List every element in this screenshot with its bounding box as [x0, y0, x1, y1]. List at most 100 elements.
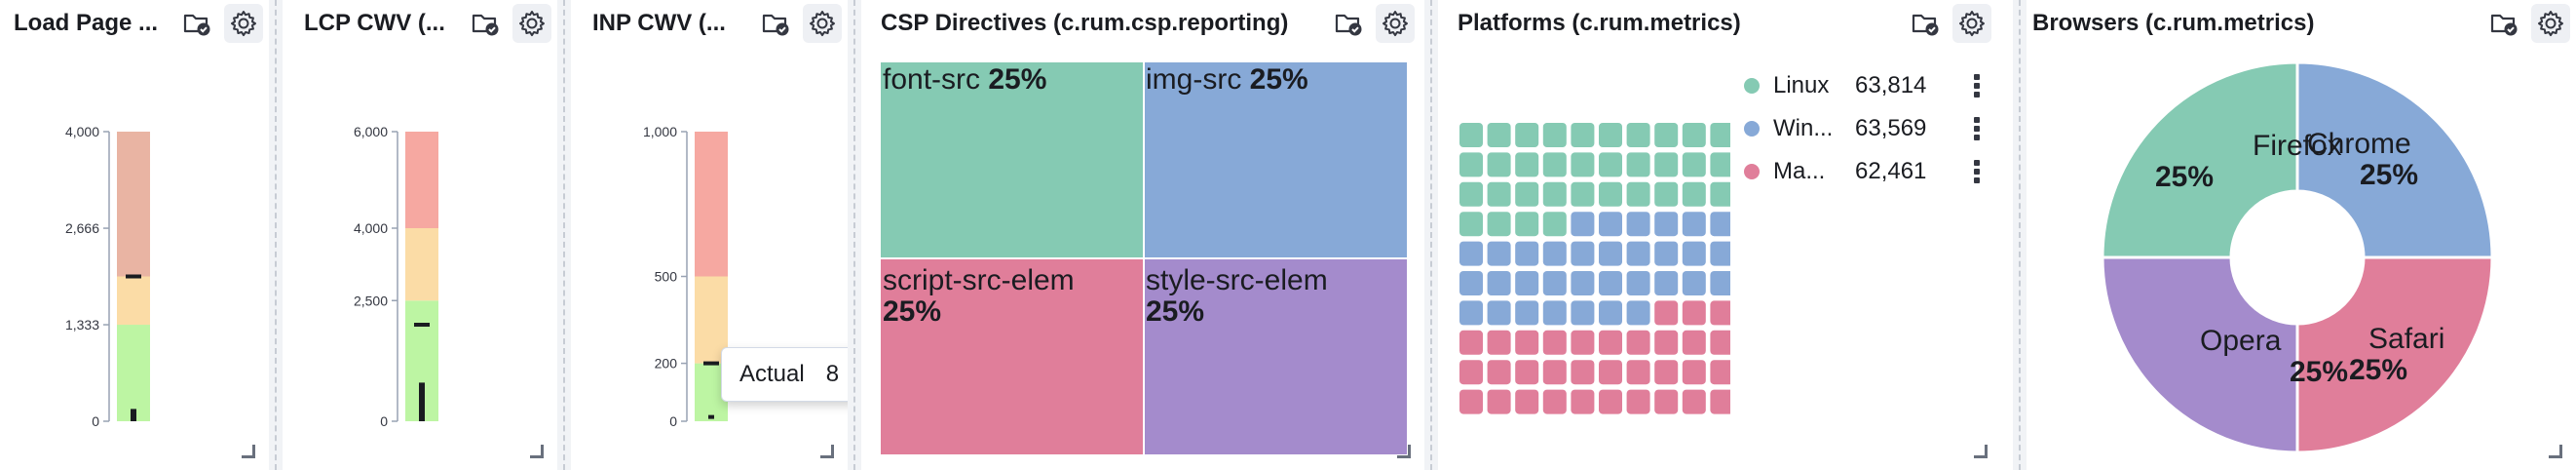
waffle-cell: [1682, 330, 1706, 355]
waffle-cell: [1654, 389, 1679, 414]
waffle-cell: [1626, 330, 1650, 355]
panel-platforms: Platforms (c.rum.metrics): [1438, 0, 2013, 470]
folder-check-icon[interactable]: [1906, 4, 1945, 43]
slice-name: Firefox: [2253, 130, 2342, 162]
waffle-cell: [1515, 181, 1539, 207]
waffle-cell: [1487, 123, 1511, 147]
waffle-cell: [1710, 300, 1730, 326]
waffle-cell: [1515, 123, 1539, 147]
waffle-cell: [1710, 152, 1730, 177]
tile-value: 25%: [883, 295, 942, 328]
waffle-cell: [1654, 212, 1679, 237]
waffle-cell: [1710, 241, 1730, 266]
gauge-goal-marker: [126, 274, 141, 279]
waffle-cell: [1487, 271, 1511, 295]
resize-handle-icon[interactable]: [820, 445, 834, 458]
tile-value: 25%: [1146, 295, 1205, 328]
panel-browsers: Browsers (c.rum.metrics) Chrome 25% Safa…: [2027, 0, 2576, 470]
waffle-cell: [1487, 360, 1511, 385]
waffle-cell: [1710, 330, 1730, 355]
waffle-cell: [1515, 300, 1539, 326]
waffle-cell: [1654, 123, 1679, 147]
waffle-cell: [1459, 212, 1483, 237]
waffle-cell: [1599, 360, 1622, 385]
legend-menu-icon[interactable]: [1974, 160, 1982, 183]
waffle-cell: [1682, 300, 1706, 326]
slice-name: Opera: [2200, 325, 2282, 357]
waffle-cell: [1654, 271, 1679, 295]
resize-handle-icon[interactable]: [242, 445, 255, 458]
waffle-cell: [1710, 212, 1730, 237]
legend-value: 63,569: [1855, 115, 1927, 141]
waffle-cell: [1459, 271, 1483, 295]
resize-handle-icon[interactable]: [2549, 445, 2562, 458]
waffle-cell: [1682, 212, 1706, 237]
legend-menu-icon[interactable]: [1974, 74, 1982, 98]
panel-divider: [557, 0, 571, 470]
waffle-cell: [1626, 152, 1650, 177]
waffle-cell: [1599, 212, 1622, 237]
waffle-cell: [1626, 360, 1650, 385]
tile-value: 25%: [1249, 63, 1308, 96]
slice-value: 25%: [2349, 354, 2408, 386]
waffle-cell: [1459, 330, 1483, 355]
waffle-cell: [1599, 330, 1622, 355]
waffle-cell: [1459, 241, 1483, 266]
resize-handle-icon[interactable]: [530, 445, 544, 458]
waffle-cell: [1515, 271, 1539, 295]
legend-swatch: [1744, 78, 1760, 94]
gauge-tick-label: 0: [380, 413, 388, 429]
gauge-tooltip: Actual 8: [721, 347, 861, 402]
slice-label: Opera 25%: [2200, 326, 2348, 388]
gauge-value-bar: [131, 409, 136, 421]
legend-item[interactable]: Ma... 62,461: [1744, 158, 1982, 185]
gear-icon[interactable]: [1952, 4, 1991, 43]
legend-item[interactable]: Linux 63,814: [1744, 72, 1982, 99]
gauge-tick-label: 6,000: [354, 124, 388, 139]
slice-label: Firefox 25%: [2155, 130, 2342, 193]
waffle-cell: [1626, 241, 1650, 266]
waffle-cell: [1571, 360, 1595, 385]
gauge-load-page: 0 1,333 2,666 4,000: [65, 124, 150, 429]
resize-handle-icon[interactable]: [1397, 445, 1411, 458]
slice-value: 25%: [2360, 159, 2419, 191]
slice-value: 25%: [2155, 161, 2215, 193]
waffle-cell: [1654, 241, 1679, 266]
waffle-cell: [1626, 389, 1650, 414]
gauge-tick-label: 0: [92, 413, 99, 429]
slice-label: Safari 25%: [2349, 324, 2444, 386]
waffle-cell: [1682, 389, 1706, 414]
legend-item[interactable]: Win... 63,569: [1744, 115, 1982, 142]
gauge-tick-label: 0: [669, 413, 677, 429]
panel-divider: [848, 0, 861, 470]
waffle-cell: [1599, 241, 1622, 266]
waffle-cell: [1682, 271, 1706, 295]
tile-label: font-src 25%: [883, 64, 1046, 96]
waffle-cell: [1459, 181, 1483, 207]
waffle-cell: [1542, 389, 1567, 414]
waffle-cell: [1459, 389, 1483, 414]
waffle-cell: [1654, 152, 1679, 177]
legend-label: Win...: [1773, 115, 1834, 141]
waffle-cell: [1626, 123, 1650, 147]
waffle-cell: [1682, 241, 1706, 266]
tile-label: img-src 25%: [1146, 64, 1308, 96]
resize-handle-icon[interactable]: [1974, 445, 1988, 458]
waffle-cell: [1571, 123, 1595, 147]
legend-menu-icon[interactable]: [1974, 117, 1982, 140]
waffle-cell: [1515, 152, 1539, 177]
tooltip-label: Actual: [739, 361, 805, 387]
gauge-tick-label: 2,666: [65, 220, 99, 236]
legend-value: 63,814: [1855, 72, 1927, 98]
gauge-band-red: [405, 132, 438, 228]
waffle-cell: [1542, 181, 1567, 207]
gauge-value-bar: [419, 382, 425, 421]
waffle-cell: [1710, 181, 1730, 207]
gauge-band-yellow: [405, 228, 438, 301]
waffle-cell: [1710, 271, 1730, 295]
waffle-cell: [1487, 181, 1511, 207]
waffle-cell: [1487, 300, 1511, 326]
waffle-cell: [1487, 152, 1511, 177]
waffle-cell: [1710, 360, 1730, 385]
waffle-cell: [1542, 123, 1567, 147]
